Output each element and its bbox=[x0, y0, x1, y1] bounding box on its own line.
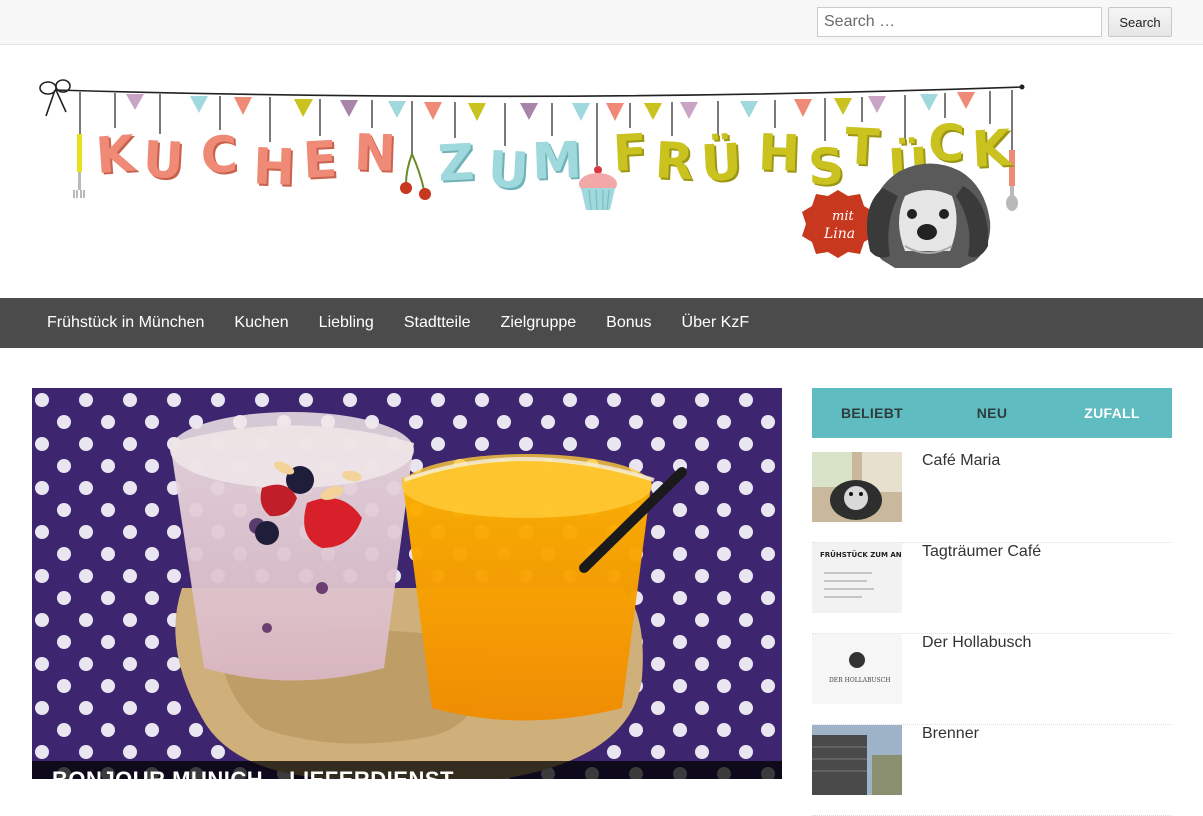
mit-lina-badge: mit Lina bbox=[802, 190, 874, 258]
svg-text:T: T bbox=[844, 117, 881, 177]
sidebar-post-list: Café Maria FRÜHSTÜCK ZUM ANKREUZEN Tagtr… bbox=[812, 452, 1172, 816]
main-navigation: Frühstück in München Kuchen Liebling Sta… bbox=[0, 298, 1203, 348]
breakfast-photo bbox=[32, 388, 782, 779]
featured-post-image[interactable]: BONJOUR MUNICH – LIEFERDIENST bbox=[32, 388, 782, 779]
post-title[interactable]: Café Maria bbox=[922, 452, 1000, 470]
svg-text:K: K bbox=[94, 124, 139, 185]
logo-word-zum: Z Z U U M M bbox=[436, 131, 584, 202]
svg-text:M: M bbox=[531, 131, 583, 191]
post-title[interactable]: Brenner bbox=[922, 725, 979, 743]
nav-item-ueber-kzf[interactable]: Über KzF bbox=[667, 298, 765, 348]
search-input[interactable] bbox=[817, 7, 1102, 37]
svg-text:H: H bbox=[757, 123, 801, 182]
svg-text:H: H bbox=[252, 137, 296, 196]
nav-item-fruehstueck-in-muenchen[interactable]: Frühstück in München bbox=[32, 298, 219, 348]
nav-item-liebling[interactable]: Liebling bbox=[304, 298, 389, 348]
nav-item-stadtteile[interactable]: Stadtteile bbox=[389, 298, 486, 348]
post-thumbnail[interactable]: DER HOLLABUSCH bbox=[812, 634, 902, 704]
svg-text:C: C bbox=[199, 125, 239, 185]
cupcake-icon bbox=[579, 166, 617, 211]
list-item[interactable]: Café Maria bbox=[812, 452, 1172, 543]
list-item[interactable]: Brenner bbox=[812, 725, 1172, 816]
top-bar: Search bbox=[0, 0, 1203, 45]
list-item[interactable]: FRÜHSTÜCK ZUM ANKREUZEN Tagträumer Café bbox=[812, 543, 1172, 634]
svg-text:FRÜHSTÜCK ZUM ANKREUZEN: FRÜHSTÜCK ZUM ANKREUZEN bbox=[820, 550, 902, 559]
post-thumbnail[interactable] bbox=[812, 725, 902, 795]
logo-illustration: K K U U C C H H E E N N Z Z U U M M F F … bbox=[39, 79, 1025, 268]
site-logo-banner[interactable]: K K U U C C H H E E N N Z Z U U M M F F … bbox=[0, 46, 1203, 298]
svg-text:K: K bbox=[970, 119, 1014, 179]
svg-text:R: R bbox=[654, 131, 695, 191]
svg-text:mit: mit bbox=[832, 209, 854, 224]
svg-text:Ü: Ü bbox=[699, 132, 743, 193]
tab-neu[interactable]: NEU bbox=[932, 388, 1052, 438]
svg-text:Lina: Lina bbox=[823, 226, 855, 242]
post-thumbnail[interactable] bbox=[812, 452, 902, 522]
cherry-icon bbox=[400, 153, 431, 200]
post-title[interactable]: Der Hollabusch bbox=[922, 634, 1031, 652]
svg-text:E: E bbox=[301, 130, 338, 190]
post-thumbnail[interactable]: FRÜHSTÜCK ZUM ANKREUZEN bbox=[812, 543, 902, 613]
post-title[interactable]: Tagträumer Café bbox=[922, 543, 1041, 561]
fork-icon bbox=[73, 134, 85, 198]
featured-post-title[interactable]: BONJOUR MUNICH – LIEFERDIENST bbox=[52, 767, 454, 779]
svg-text:F: F bbox=[611, 123, 648, 183]
svg-text:DER HOLLABUSCH: DER HOLLABUSCH bbox=[829, 677, 890, 684]
svg-text:U: U bbox=[487, 140, 531, 200]
svg-text:U: U bbox=[142, 130, 186, 190]
list-item[interactable]: DER HOLLABUSCH Der Hollabusch bbox=[812, 634, 1172, 725]
search-button[interactable]: Search bbox=[1108, 7, 1172, 37]
bow-icon bbox=[39, 79, 71, 117]
svg-text:N: N bbox=[353, 123, 397, 182]
svg-text:Z: Z bbox=[436, 133, 475, 193]
tab-beliebt[interactable]: BELIEBT bbox=[812, 388, 932, 438]
logo-word-kuchen: K K U U C C H H E E N N bbox=[94, 123, 399, 199]
sidebar-tabs: BELIEBT NEU ZUFALL bbox=[812, 388, 1172, 438]
dog-illustration bbox=[866, 163, 991, 268]
nav-item-zielgruppe[interactable]: Zielgruppe bbox=[486, 298, 592, 348]
svg-text:S: S bbox=[807, 137, 845, 196]
nav-item-bonus[interactable]: Bonus bbox=[591, 298, 666, 348]
nav-item-kuchen[interactable]: Kuchen bbox=[219, 298, 303, 348]
tab-zufall[interactable]: ZUFALL bbox=[1052, 388, 1172, 438]
featured-post-caption[interactable]: BONJOUR MUNICH – LIEFERDIENST bbox=[32, 761, 782, 779]
